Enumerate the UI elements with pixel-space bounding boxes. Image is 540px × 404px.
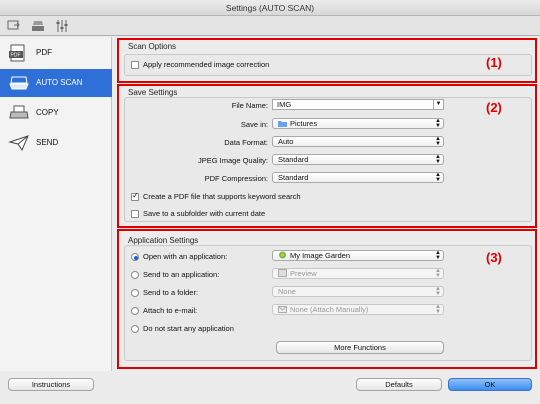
updown-icon: ▲ ▼ <box>435 250 441 261</box>
ok-button[interactable]: OK <box>448 378 532 391</box>
toolbar <box>0 16 540 36</box>
apply-correction-checkbox[interactable]: Apply recommended image correction <box>131 60 269 69</box>
checkbox-box[interactable] <box>131 60 139 69</box>
jpeg-quality-label: JPEG Image Quality: <box>197 156 268 165</box>
instructions-button[interactable]: Instructions <box>8 378 94 391</box>
scan-from-panel-icon[interactable] <box>30 19 46 33</box>
sidebar-item-label: AUTO SCAN <box>36 78 83 87</box>
folder-icon <box>278 121 287 127</box>
svg-text:PDF: PDF <box>11 53 21 59</box>
updown-icon: ▲ ▼ <box>435 304 441 315</box>
general-settings-icon[interactable] <box>54 19 70 33</box>
checkbox-box[interactable] <box>131 209 139 218</box>
marker-1: (1) <box>486 55 502 70</box>
sidebar-item-label: COPY <box>36 108 59 117</box>
save-settings-title: Save Settings <box>128 88 178 97</box>
radio-dot[interactable] <box>131 288 139 297</box>
window-title: Settings (AUTO SCAN) <box>0 0 540 16</box>
keyword-pdf-checkbox[interactable]: Create a PDF file that supports keyword … <box>131 191 301 201</box>
more-functions-button[interactable]: More Functions <box>276 341 444 354</box>
auto-scan-icon <box>8 74 30 92</box>
send-app-value: Preview <box>290 269 317 278</box>
radio-dot[interactable] <box>131 252 139 261</box>
radio-dot[interactable] <box>131 270 139 279</box>
sidebar-item-auto-scan[interactable]: AUTO SCAN <box>0 69 112 97</box>
sidebar-item-label: SEND <box>36 138 59 147</box>
updown-icon: ▲ ▼ <box>435 268 441 279</box>
chevron-down-icon[interactable]: ▼ <box>433 100 443 109</box>
scan-from-computer-icon[interactable] <box>6 19 22 33</box>
save-in-value: Pictures <box>290 119 318 128</box>
pdf-compression-select[interactable]: Standard ▲ ▼ <box>272 172 444 183</box>
marker-3: (3) <box>486 250 502 265</box>
jpeg-quality-value: Standard <box>278 155 309 164</box>
no-app-label: Do not start any application <box>143 324 234 333</box>
radio-dot[interactable] <box>131 324 139 333</box>
save-in-label: Save in: <box>240 120 268 129</box>
open-app-label: Open with an application: <box>143 252 228 261</box>
marker-2: (2) <box>486 100 502 115</box>
updown-icon: ▲ ▼ <box>435 136 441 147</box>
attach-email-value: None (Attach Manually) <box>290 305 369 314</box>
defaults-button[interactable]: Defaults <box>356 378 442 391</box>
send-folder-radio[interactable]: Send to a folder: <box>131 288 198 297</box>
mail-icon <box>278 306 287 313</box>
send-folder-select[interactable]: None ▲ ▼ <box>272 286 444 297</box>
apply-correction-label: Apply recommended image correction <box>143 60 270 69</box>
jpeg-quality-select[interactable]: Standard ▲ ▼ <box>272 154 444 165</box>
file-name-value: IMG <box>277 100 292 109</box>
save-in-select[interactable]: Pictures ▲ ▼ <box>272 118 444 129</box>
copy-icon <box>8 104 30 122</box>
open-app-radio[interactable]: Open with an application: <box>131 252 227 261</box>
application-settings-title: Application Settings <box>128 236 199 245</box>
open-app-value: My Image Garden <box>290 251 351 260</box>
scan-options-title: Scan Options <box>128 42 177 51</box>
pdf-compression-value: Standard <box>278 173 309 182</box>
updown-icon: ▲ ▼ <box>435 154 441 165</box>
send-folder-value: None <box>278 287 296 296</box>
data-format-value: Auto <box>278 137 294 146</box>
sidebar-item-pdf[interactable]: PDF PDF <box>0 39 112 67</box>
attach-email-radio[interactable]: Attach to e-mail: <box>131 306 197 315</box>
data-format-label: Data Format: <box>224 138 268 147</box>
sidebar-item-label: PDF <box>36 48 52 57</box>
data-format-select[interactable]: Auto ▲ ▼ <box>272 136 444 147</box>
file-name-label: File Name: <box>231 101 268 110</box>
file-name-field[interactable]: IMG ▼ <box>272 99 444 110</box>
updown-icon: ▲ ▼ <box>435 172 441 183</box>
attach-email-label: Attach to e-mail: <box>143 306 198 315</box>
send-app-label: Send to an application: <box>143 270 220 279</box>
pdf-icon: PDF <box>8 44 30 62</box>
send-app-radio[interactable]: Send to an application: <box>131 270 219 279</box>
image-garden-icon <box>279 251 286 259</box>
preview-icon <box>278 269 287 277</box>
keyword-pdf-label: Create a PDF file that supports keyword … <box>143 192 301 201</box>
updown-icon: ▲ ▼ <box>435 118 441 129</box>
sidebar-item-send[interactable]: SEND <box>0 129 112 157</box>
send-icon <box>8 134 30 152</box>
sidebar-item-copy[interactable]: COPY <box>0 99 112 127</box>
subfolder-label: Save to a subfolder with current date <box>143 209 266 218</box>
sidebar: PDF PDF AUTO SCAN COPY SEND <box>0 37 112 371</box>
attach-email-select[interactable]: None (Attach Manually) ▲ ▼ <box>272 304 444 315</box>
pdf-compression-label: PDF Compression: <box>204 174 268 183</box>
open-app-select[interactable]: My Image Garden ▲ ▼ <box>272 250 444 261</box>
updown-icon: ▲ ▼ <box>435 286 441 297</box>
send-folder-label: Send to a folder: <box>143 288 199 297</box>
radio-dot[interactable] <box>131 306 139 315</box>
no-app-radio[interactable]: Do not start any application <box>131 324 234 333</box>
checkbox-box[interactable] <box>131 191 139 201</box>
send-app-select[interactable]: Preview ▲ ▼ <box>272 268 444 279</box>
subfolder-checkbox[interactable]: Save to a subfolder with current date <box>131 209 265 218</box>
